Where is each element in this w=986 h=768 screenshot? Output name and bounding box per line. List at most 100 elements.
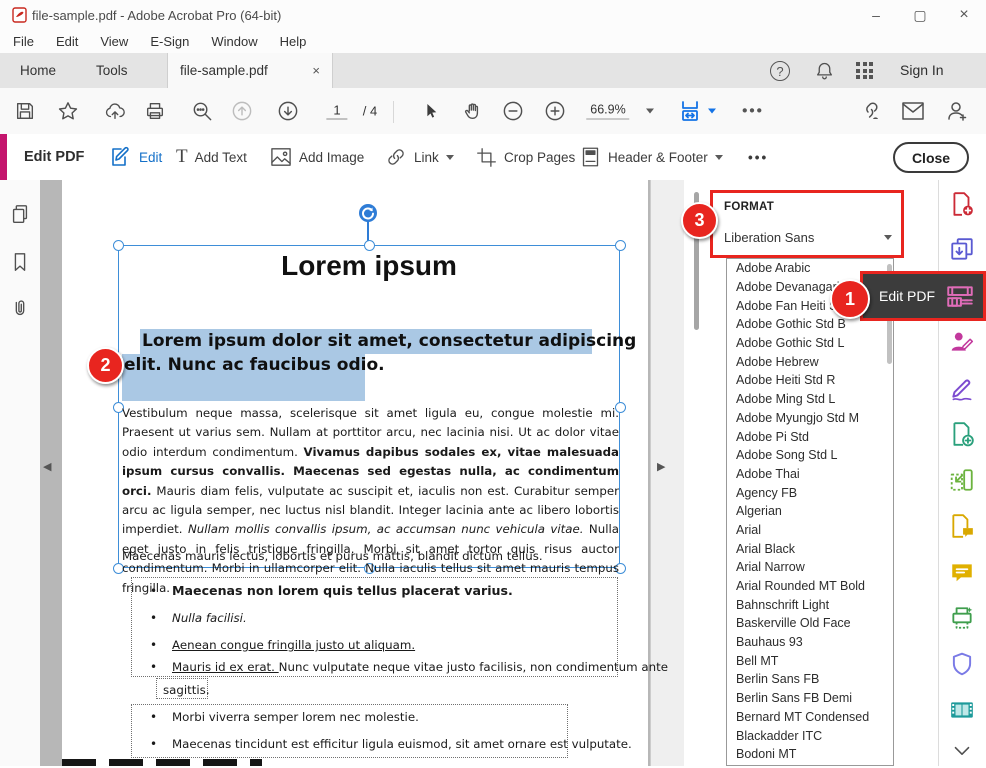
notifications-bell-icon[interactable] (814, 60, 835, 81)
font-option[interactable]: Bahnschrift Light (727, 595, 893, 614)
zoom-level-value[interactable]: 66.9% (586, 103, 629, 120)
crop-pages-button[interactable]: Crop Pages (476, 134, 575, 180)
font-option[interactable]: Adobe Thai (727, 465, 893, 484)
editbar-more-icon[interactable]: ••• (748, 134, 768, 180)
menu-item[interactable]: File (2, 32, 45, 51)
export-pdf-icon[interactable] (949, 237, 975, 263)
maximize-button[interactable]: ▢ (898, 0, 942, 30)
add-text-button[interactable]: T Add Text (176, 134, 247, 180)
next-page-icon[interactable] (277, 100, 300, 123)
font-option[interactable]: Blackadder ITC (727, 726, 893, 745)
font-option[interactable]: Bauhaus 93 (727, 633, 893, 652)
scan-ocr-icon[interactable] (949, 605, 975, 631)
rich-media-icon[interactable] (949, 697, 975, 723)
add-contact-icon[interactable] (945, 99, 969, 123)
page-thumbnails-icon[interactable] (9, 202, 31, 226)
hand-tool-icon[interactable] (462, 100, 484, 122)
selection-handle[interactable] (113, 240, 124, 251)
font-option[interactable]: Bernard MT Condensed (727, 708, 893, 727)
create-pdf-icon[interactable] (949, 191, 975, 217)
edit-pdf-sidebar-icon[interactable] (949, 283, 975, 309)
bookmarks-icon[interactable] (9, 250, 31, 274)
menu-item[interactable]: Window (200, 32, 268, 51)
link-button[interactable]: Link (385, 134, 454, 180)
font-family-dropdown[interactable]: Liberation Sans (724, 230, 892, 245)
font-option[interactable]: Bell MT (727, 651, 893, 670)
fill-sign-icon[interactable] (949, 375, 975, 401)
link-caret-icon (446, 155, 454, 160)
font-option[interactable]: Algerian (727, 502, 893, 521)
share-link-icon[interactable] (858, 99, 882, 123)
select-tool-icon[interactable] (420, 101, 441, 122)
page-number-input[interactable]: 1 (326, 103, 347, 120)
add-image-button[interactable]: Add Image (270, 134, 364, 180)
combine-files-icon[interactable] (949, 421, 975, 447)
font-option[interactable]: Agency FB (727, 483, 893, 502)
menu-item[interactable]: Help (269, 32, 318, 51)
close-window-button[interactable]: × (942, 0, 986, 30)
comment-icon[interactable] (949, 559, 975, 585)
edit-tool-button[interactable]: Edit (108, 134, 162, 180)
menu-item[interactable]: E-Sign (139, 32, 200, 51)
tab-tools[interactable]: Tools (76, 53, 148, 88)
save-icon[interactable] (14, 100, 36, 122)
cloud-upload-icon[interactable] (103, 100, 127, 122)
tab-close-icon[interactable]: × (312, 63, 320, 78)
bullet-glyph: • (150, 611, 157, 625)
font-option[interactable]: Berlin Sans FB (727, 670, 893, 689)
collapse-left-pane-icon[interactable]: ◀ (43, 460, 51, 473)
more-tools-chevron-icon[interactable] (949, 742, 975, 768)
font-option[interactable]: Bodoni MT (727, 745, 893, 764)
font-option[interactable]: Adobe Song Std L (727, 446, 893, 465)
selection-handle[interactable] (364, 240, 375, 251)
fit-width-caret-icon[interactable] (708, 109, 716, 114)
font-option[interactable]: Baskerville Old Face (727, 614, 893, 633)
compare-files-icon[interactable] (949, 513, 975, 539)
font-option[interactable]: Arial Narrow (727, 558, 893, 577)
font-option[interactable]: Adobe Gothic Std L (727, 334, 893, 353)
zoom-out-icon[interactable] (502, 100, 525, 123)
protect-icon[interactable] (949, 651, 975, 677)
star-favorites-icon[interactable] (57, 100, 80, 123)
font-option[interactable]: Adobe Heiti Std R (727, 371, 893, 390)
help-icon[interactable]: ? (770, 61, 790, 81)
menu-item[interactable]: View (89, 32, 139, 51)
sign-in-button[interactable]: Sign In (900, 62, 944, 78)
apps-grid-icon[interactable] (856, 62, 873, 79)
menu-item[interactable]: Edit (45, 32, 89, 51)
font-dropdown-list: Adobe ArabicAdobe DevanagariAdobe Fan He… (726, 258, 894, 766)
close-edit-mode-button[interactable]: Close (893, 142, 969, 173)
minimize-button[interactable]: – (854, 0, 898, 30)
header-footer-button[interactable]: Header & Footer (580, 134, 723, 180)
zoom-in-icon[interactable] (544, 100, 567, 123)
toolbar-more-icon[interactable]: ••• (742, 103, 764, 120)
organize-pages-icon[interactable] (949, 467, 975, 493)
search-icon[interactable] (191, 100, 214, 123)
attachments-icon[interactable] (9, 296, 31, 320)
edit-pdf-tooltip-label: Edit PDF (879, 288, 935, 304)
font-option[interactable]: Adobe Ming Std L (727, 390, 893, 409)
crop-pages-label: Crop Pages (504, 150, 575, 165)
previous-page-icon[interactable] (231, 100, 254, 123)
selected-text-1: Lorem ipsum dolor sit amet, consectetur … (142, 331, 636, 351)
font-option[interactable]: Arial (727, 521, 893, 540)
document-line: Maecenas mauris lectus, lobortis et puru… (122, 547, 543, 566)
print-icon[interactable] (144, 100, 166, 122)
font-option[interactable]: Adobe Pi Std (727, 427, 893, 446)
font-option[interactable]: Arial Black (727, 539, 893, 558)
request-signatures-icon[interactable] (949, 329, 975, 355)
zoom-caret-icon[interactable] (646, 109, 654, 114)
selection-handle[interactable] (615, 240, 626, 251)
font-option[interactable]: Adobe Hebrew (727, 352, 893, 371)
font-option[interactable]: Adobe Myungjo Std M (727, 409, 893, 428)
format-section-title: FORMAT (724, 201, 774, 213)
email-icon[interactable] (901, 101, 925, 121)
rotate-handle-icon[interactable] (357, 202, 379, 224)
edit-pdf-toolbar: Edit PDF Edit T Add Text Add Image Link … (0, 134, 986, 181)
tab-home[interactable]: Home (0, 53, 76, 88)
font-option[interactable]: Berlin Sans FB Demi (727, 689, 893, 708)
font-option[interactable]: Arial Rounded MT Bold (727, 577, 893, 596)
tab-document[interactable]: file-sample.pdf × (167, 53, 333, 88)
fit-width-icon[interactable] (678, 99, 702, 123)
expand-right-pane-icon[interactable]: ▶ (657, 460, 665, 473)
